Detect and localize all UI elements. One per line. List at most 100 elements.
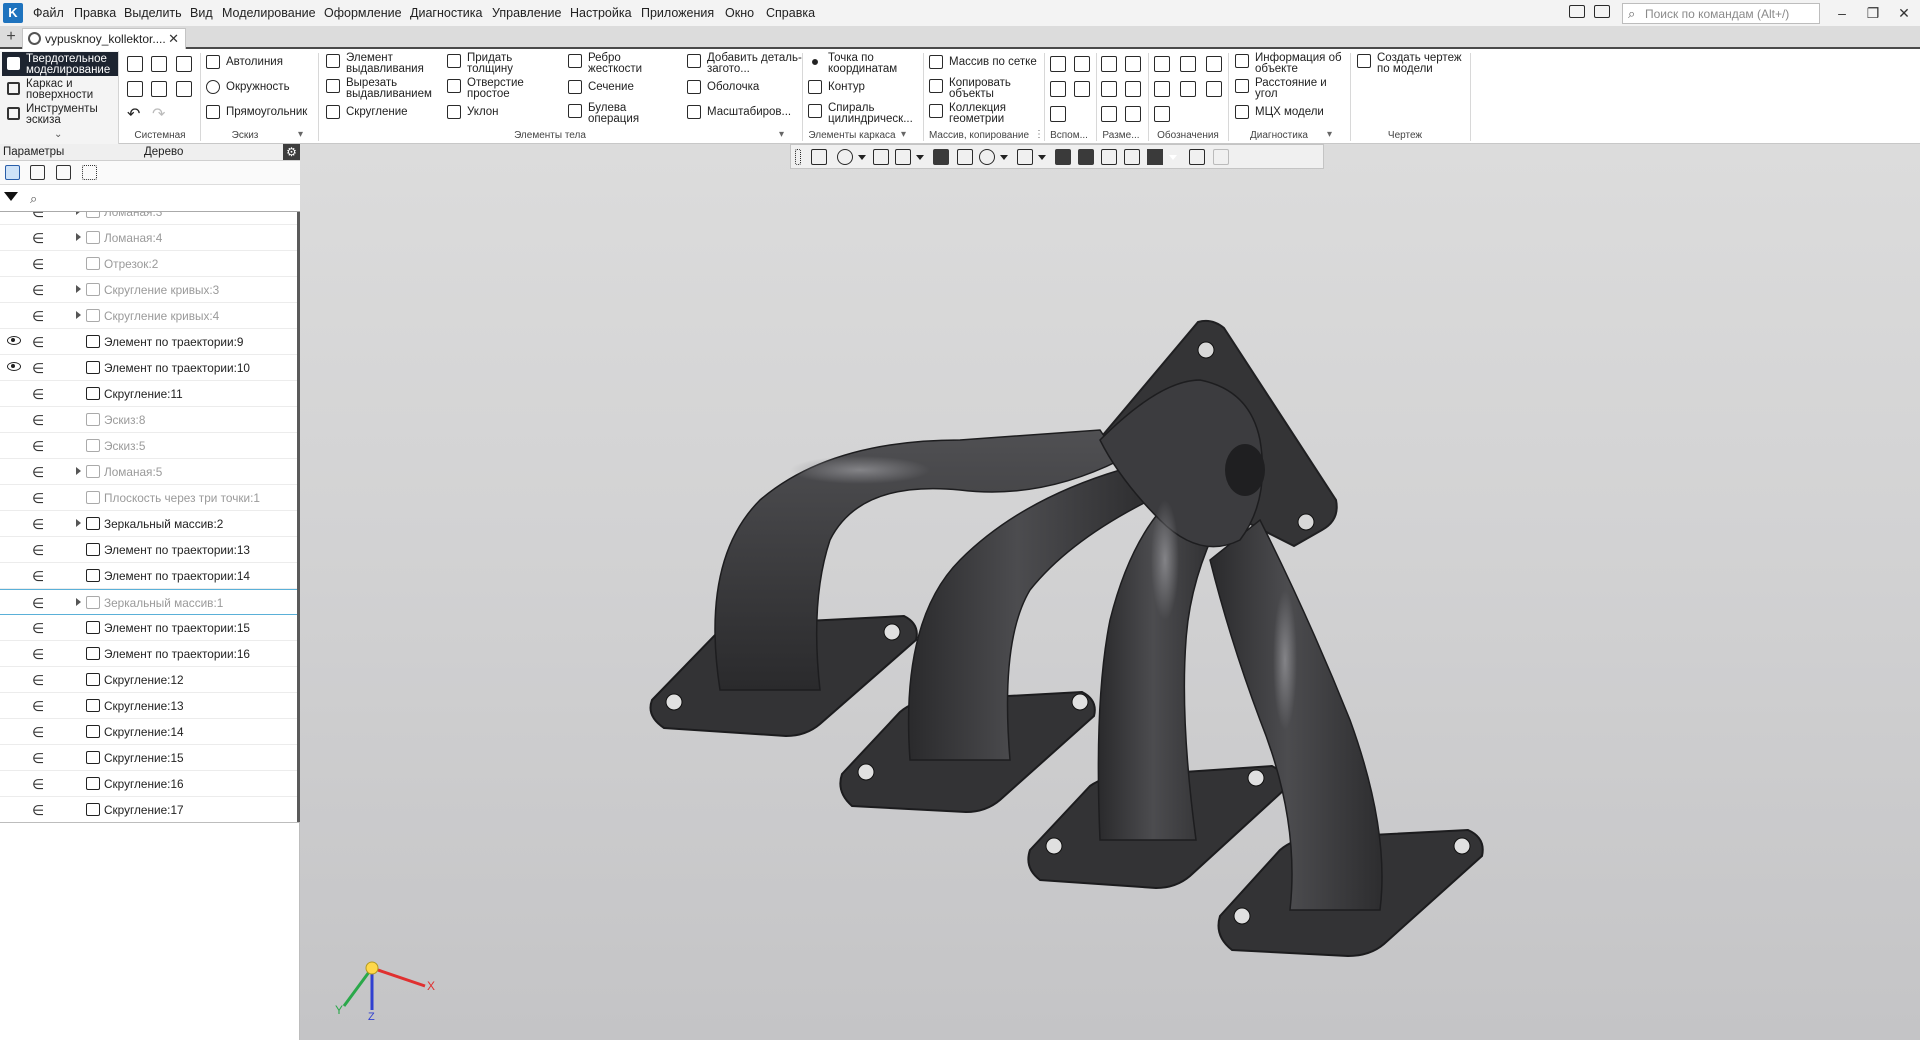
menu-settings[interactable]: Настройка xyxy=(570,6,632,20)
zoom-icon[interactable] xyxy=(837,149,853,165)
tree-row[interactable]: ∈ Зеркальный массив:2 xyxy=(0,511,297,537)
note-icon[interactable] xyxy=(1154,56,1170,72)
scale-button[interactable]: Масштабиров... xyxy=(685,104,791,119)
autoline-button[interactable]: Автолиния xyxy=(204,54,283,69)
pipette-icon[interactable] xyxy=(1213,149,1229,165)
extrude-button[interactable]: Элемент выдавливания xyxy=(324,52,426,75)
tree-row[interactable]: ∈ Скругление:15 xyxy=(0,745,297,771)
dropdown-arrow-icon[interactable] xyxy=(1000,155,1008,160)
tree-row[interactable]: ∈ Элемент по траектории:16 xyxy=(0,641,297,667)
tree-settings-icon[interactable]: ⚙ xyxy=(283,144,300,160)
object-info-button[interactable]: Информация об объекте xyxy=(1233,52,1355,75)
create-drawing-button[interactable]: Создать чертеж по модели xyxy=(1355,52,1473,75)
menu-apps[interactable]: Приложения xyxy=(641,6,714,20)
aux-line-icon[interactable] xyxy=(1050,81,1066,97)
zoom-to-fit-icon[interactable] xyxy=(811,149,827,165)
snap-toggle-icon[interactable] xyxy=(1055,149,1071,165)
category-sketch-tools[interactable]: Инструменты эскиза xyxy=(2,102,118,126)
tree-row[interactable]: ∈ Зеркальный массив:1 xyxy=(0,589,297,615)
tree-row[interactable]: ∈ Элемент по траектории:9 xyxy=(0,329,297,355)
close-tab-icon[interactable]: ✕ xyxy=(168,31,179,47)
tolerance-icon[interactable] xyxy=(1206,56,1222,72)
category-solid-modeling[interactable]: Твердотельное моделирование xyxy=(2,52,118,76)
aux-curve-icon[interactable] xyxy=(1050,106,1066,122)
dropdown-arrow-icon[interactable]: ▾ xyxy=(298,129,303,140)
display-mode-icon[interactable] xyxy=(1017,149,1033,165)
save-all-icon[interactable] xyxy=(176,81,192,97)
new-file-icon[interactable] xyxy=(127,56,143,72)
fillet-button[interactable]: Скругление xyxy=(324,104,408,119)
section-button[interactable]: Сечение xyxy=(566,79,634,94)
dropdown-arrow-icon[interactable] xyxy=(916,155,924,160)
point-coords-button[interactable]: Точка по координатам xyxy=(806,52,908,75)
rectangle-button[interactable]: Прямоугольник xyxy=(204,104,307,119)
thicken-button[interactable]: Придать толщину xyxy=(445,52,527,75)
expand-arrow-icon[interactable] xyxy=(76,598,81,606)
wireframe-mode-icon[interactable] xyxy=(957,149,973,165)
helix-button[interactable]: Спираль цилиндрическ... xyxy=(806,102,928,125)
restore-button[interactable]: ❐ xyxy=(1862,3,1884,23)
geometry-collection-button[interactable]: Коллекция геометрии xyxy=(927,102,1019,125)
boolean-button[interactable]: Булева операция xyxy=(566,102,650,125)
close-window-button[interactable]: ✕ xyxy=(1893,3,1915,23)
aux-plane-icon[interactable] xyxy=(1074,56,1090,72)
tree-row[interactable]: ∈ Плоскость через три точки:1 xyxy=(0,485,297,511)
visibility-eye-icon[interactable] xyxy=(7,362,21,371)
preview-icon[interactable] xyxy=(151,81,167,97)
expand-arrow-icon[interactable] xyxy=(76,212,81,215)
leader-icon[interactable] xyxy=(1154,81,1170,97)
menu-view[interactable]: Вид xyxy=(190,6,213,20)
layout-icon[interactable] xyxy=(1569,5,1585,18)
expand-arrow-icon[interactable] xyxy=(76,467,81,475)
tab-tree[interactable]: Дерево xyxy=(144,146,183,158)
tree-row[interactable]: ∈ Скругление:11 xyxy=(0,381,297,407)
menu-select[interactable]: Выделить xyxy=(124,6,182,20)
properties-icon[interactable] xyxy=(1189,149,1205,165)
dropdown-arrow-icon[interactable]: ▾ xyxy=(779,129,784,140)
menu-edit[interactable]: Правка xyxy=(74,6,116,20)
print-icon[interactable] xyxy=(127,81,143,97)
redo-icon[interactable]: ↷ xyxy=(152,104,165,124)
tree-row[interactable]: ∈ Скругление:17 xyxy=(0,797,297,822)
visibility-eye-icon[interactable] xyxy=(7,336,21,345)
dim-chamfer-icon[interactable] xyxy=(1125,106,1141,122)
tree-row[interactable]: ∈ Элемент по траектории:13 xyxy=(0,537,297,563)
tree-row[interactable]: ∈ Скругление кривых:3 xyxy=(0,277,297,303)
dropdown-arrow-icon[interactable] xyxy=(858,155,866,160)
dropdown-arrow-icon[interactable] xyxy=(1038,155,1046,160)
rotate-icon[interactable] xyxy=(895,149,911,165)
group-settings-icon[interactable]: ⋮ xyxy=(1034,129,1044,140)
open-file-icon[interactable] xyxy=(151,56,167,72)
command-search-input[interactable]: ⌕ Поиск по командам (Alt+/) xyxy=(1622,3,1820,24)
undo-icon[interactable]: ↶ xyxy=(127,104,140,124)
tree-filter-input[interactable] xyxy=(26,189,296,209)
menu-modeling[interactable]: Моделирование xyxy=(222,6,316,20)
tree-row[interactable]: ∈ Ломаная:3 xyxy=(0,212,297,225)
menu-diagnostics[interactable]: Диагностика xyxy=(410,6,482,20)
aux-axis-icon[interactable] xyxy=(1050,56,1066,72)
tree-row[interactable]: ∈ Эскиз:8 xyxy=(0,407,297,433)
tree-row[interactable]: ∈ Скругление кривых:4 xyxy=(0,303,297,329)
grid-array-button[interactable]: Массив по сетке xyxy=(927,54,1037,69)
tree-select-icon[interactable] xyxy=(82,165,97,180)
rib-button[interactable]: Ребро жесткости xyxy=(566,52,650,75)
dim-angle-icon[interactable] xyxy=(1125,56,1141,72)
cut-extrude-button[interactable]: Вырезать выдавливанием xyxy=(324,77,440,100)
distance-angle-button[interactable]: Расстояние и угол xyxy=(1233,77,1345,100)
base-icon[interactable] xyxy=(1180,81,1196,97)
document-tab[interactable]: vypusknoy_kollektor.... ✕ xyxy=(22,28,186,49)
tree-row[interactable]: ∈ Отрезок:2 xyxy=(0,251,297,277)
roughness-icon[interactable] xyxy=(1180,56,1196,72)
tree-links-icon[interactable] xyxy=(56,165,71,180)
circle-button[interactable]: Окружность xyxy=(204,79,290,94)
tree-row[interactable]: ∈ Скругление:13 xyxy=(0,693,297,719)
exhaust-manifold-model[interactable] xyxy=(300,144,1920,1040)
dim-linear-icon[interactable] xyxy=(1101,56,1117,72)
weld-icon[interactable] xyxy=(1154,106,1170,122)
dropdown-arrow-icon[interactable] xyxy=(1169,155,1177,160)
add-blank-button[interactable]: Добавить деталь-загото... xyxy=(685,52,807,75)
menu-manage[interactable]: Управление xyxy=(492,6,562,20)
dropdown-arrow-icon[interactable]: ▾ xyxy=(1327,129,1332,140)
tree-row[interactable]: ∈ Скругление:14 xyxy=(0,719,297,745)
app-logo-icon[interactable]: K xyxy=(3,3,23,23)
